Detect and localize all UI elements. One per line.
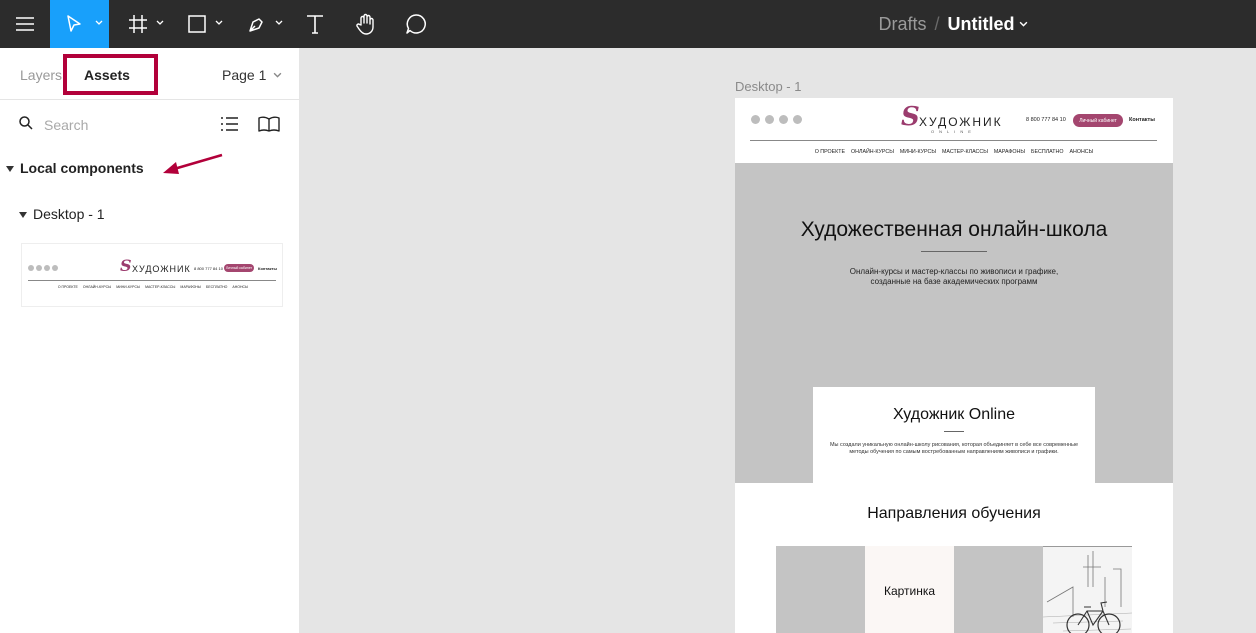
thumb-dot [28,265,34,271]
assets-panel: Layers Assets Page 1 Search Local compon… [0,48,300,633]
directions-title: Направления обучения [867,505,1041,522]
search-input[interactable]: Search [44,117,88,133]
hero-title: Художественная онлайн-школа [800,218,1108,241]
direction-tile-image [1042,546,1133,633]
site-header-divider [750,140,1157,141]
breadcrumb: Drafts / Untitled [0,0,1256,48]
card-title: Художник Online [892,406,1015,423]
thumb-logo-mark: S [120,256,132,275]
list-view-icon[interactable] [221,117,238,131]
thumb-nav-item: МАРАФОНЫ [180,285,201,289]
card-divider [944,431,964,432]
about-card: Художник Online Мы создали уникальную он… [813,387,1095,501]
site-nav-item[interactable]: О ПРОЕКТЕ [815,149,845,155]
page-selector-label: Page 1 [222,67,267,83]
hero-subtitle-line: Онлайн-курсы и мастер-классы по живописи… [849,267,1059,276]
chevron-down-icon [273,72,282,78]
library-book-icon[interactable] [258,116,280,132]
thumb-phone: 8 800 777 84 10 [194,266,223,271]
panel-tabs: Layers Assets Page 1 [0,48,300,100]
thumb-contacts: Контакты [258,266,277,271]
desktop-group-header[interactable]: Desktop - 1 [33,206,105,222]
thumb-logo-word: ХУДОЖНИК [132,264,191,274]
direction-tile [776,546,865,633]
thumb-nav-item: О ПРОЕКТЕ [57,285,78,289]
site-nav: О ПРОЕКТЕ ОНЛАЙН-КУРСЫ МИНИ-КУРСЫ МАСТЕР… [735,149,1173,155]
thumb-nav: О ПРОЕКТЕ ОНЛАЙН-КУРСЫ МИНИ-КУРСЫ МАСТЕР… [22,285,282,289]
direction-tile [954,546,1043,633]
thumb-nav-item: МИНИ-КУРСЫ [116,285,141,289]
site-nav-item[interactable]: МАСТЕР-КЛАССЫ [942,149,988,155]
breadcrumb-drafts[interactable]: Drafts [878,14,926,35]
site-cabinet-button[interactable]: Личный кабинет [1073,114,1123,127]
toolbar: Drafts / Untitled [0,0,1256,48]
annotation-arrow-icon [163,153,223,174]
hero-section: Художественная онлайн-школа Онлайн-курсы… [735,163,1173,501]
file-name[interactable]: Untitled [948,14,1015,35]
site-nav-item[interactable]: АНОНСЫ [1069,149,1093,155]
tile-label: Картинка [883,584,936,598]
thumb-nav-item: БЕСПЛАТНО [205,285,228,289]
chevron-down-icon[interactable] [1019,20,1028,29]
site-logo-mark: S [901,102,920,132]
desktop-frame[interactable]: S ХУДОЖНИК ONLINE 8 800 777 84 10 Личный… [735,98,1173,633]
thumb-nav-item: МАСТЕР-КЛАССЫ [145,285,176,289]
collapse-triangle-icon[interactable] [19,212,27,218]
header-dot [793,115,802,124]
hero-subtitle-line: созданные на базе академических программ [870,277,1038,286]
header-dot [765,115,774,124]
component-thumbnail[interactable]: S ХУДОЖНИК 8 800 777 84 10 Личный кабине… [21,243,283,307]
tab-layers[interactable]: Layers [20,67,62,83]
page-selector[interactable]: Page 1 [222,67,282,83]
site-nav-item[interactable]: ОНЛАЙН-КУРСЫ [851,149,894,155]
breadcrumb-separator: / [934,13,940,34]
site-nav-item[interactable]: МАРАФОНЫ [994,149,1025,155]
site-contacts-link[interactable]: Контакты [1129,117,1155,123]
site-nav-item[interactable]: БЕСПЛАТНО [1031,149,1063,155]
site-logo-word: ХУДОЖНИК [919,115,1003,129]
annotation-highlight-box [63,54,158,95]
hero-divider [921,251,987,252]
canvas[interactable]: Desktop - 1 S ХУДОЖНИК ONLINE 8 800 777 … [300,48,1256,633]
thumb-nav-item: АНОНСЫ [232,285,249,289]
site-phone: 8 800 777 84 10 [1026,117,1066,123]
thumb-dot [44,265,50,271]
thumb-nav-item: ОНЛАЙН-КУРСЫ [82,285,112,289]
bicycle-sketch-image [1042,551,1133,633]
search-icon [19,116,33,130]
frame-label[interactable]: Desktop - 1 [735,79,801,94]
thumb-dot [36,265,42,271]
hero-subtitle: Онлайн-курсы и мастер-классы по живописи… [735,267,1173,287]
thumb-divider [28,280,276,281]
collapse-triangle-icon[interactable] [6,166,14,172]
card-text: Мы создали уникальную онлайн-школу рисов… [829,442,1079,455]
local-components-header[interactable]: Local components [20,160,144,176]
header-dot [751,115,760,124]
site-logo-sub: ONLINE [931,129,976,134]
direction-tile: Картинка [865,546,954,633]
thumb-dot [52,265,58,271]
thumb-cabinet-button: Личный кабинет [224,264,254,272]
site-nav-item[interactable]: МИНИ-КУРСЫ [900,149,936,155]
search-row: Search [0,100,300,146]
header-dot [779,115,788,124]
